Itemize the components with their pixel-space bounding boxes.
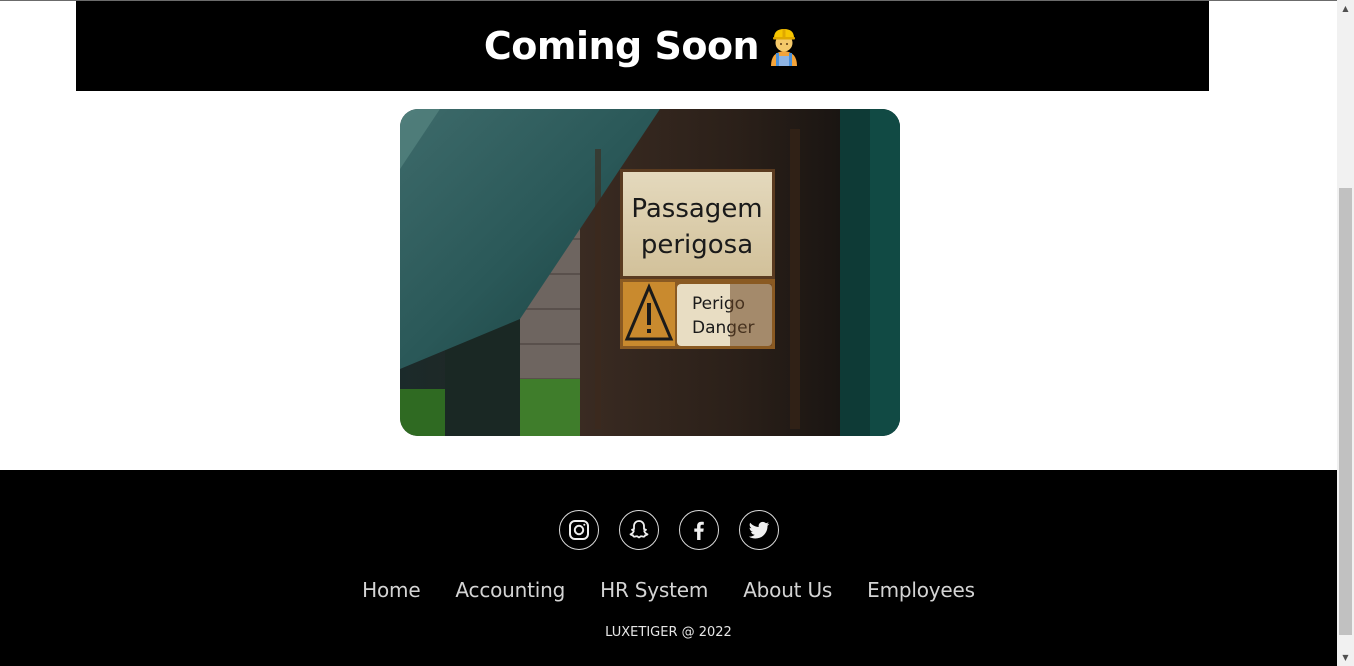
nav-about-us[interactable]: About Us [743,578,832,602]
instagram-icon [568,520,589,540]
scroll-up-arrow-icon[interactable]: ▲ [1337,0,1354,17]
copyright-text: LUXETIGER @ 2022 [605,625,732,640]
page-title: Coming Soon [484,24,801,68]
facebook-icon [693,521,704,540]
facebook-link[interactable] [678,510,719,550]
nav-home[interactable]: Home [362,578,420,602]
hero-image: Passagem perigosa Perigo Danger [400,109,900,436]
snapchat-icon [629,520,648,539]
site-footer: Home Accounting HR System About Us Emplo… [0,470,1337,666]
twitter-link[interactable] [738,510,779,550]
snapchat-link[interactable] [618,510,659,550]
nav-hr-system[interactable]: HR System [600,578,708,602]
svg-text:Passagem: Passagem [631,194,762,224]
nav-accounting[interactable]: Accounting [455,578,565,602]
scroll-down-arrow-icon[interactable]: ▼ [1337,649,1354,666]
page-title-text: Coming Soon [483,24,760,68]
twitter-icon [748,521,769,539]
footer-nav: Home Accounting HR System About Us Emplo… [0,578,1337,602]
instagram-link[interactable] [558,510,599,550]
vertical-scrollbar[interactable]: ▲ ▼ [1337,0,1354,666]
social-links [0,510,1337,550]
nav-employees[interactable]: Employees [867,578,975,602]
scrollbar-thumb[interactable] [1339,188,1352,635]
svg-text:perigosa: perigosa [641,230,753,260]
coming-soon-banner: Coming Soon [76,1,1209,91]
construction-worker-icon [771,29,798,66]
